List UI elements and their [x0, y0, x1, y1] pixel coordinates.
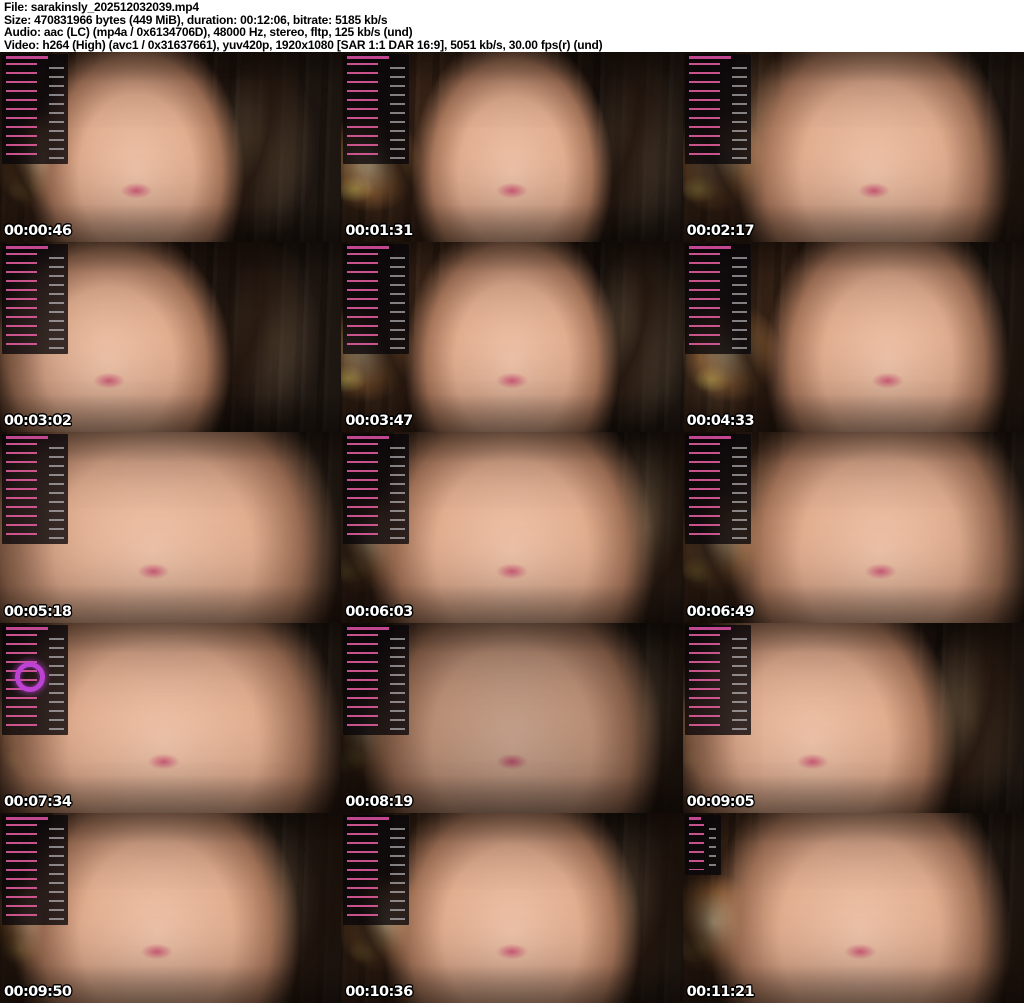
- thumbnail-timestamp: 00:11:21: [686, 983, 755, 1000]
- video-thumbnail: 00:09:50: [0, 812, 342, 1003]
- video-thumbnail: 00:03:47: [341, 242, 683, 433]
- video-thumbnail: 00:01:31: [341, 52, 683, 243]
- thumbnail-scene: [682, 812, 1024, 1003]
- info-line-file: File: sarakinsly_202512032039.mp4: [4, 0, 199, 14]
- thumbnail-timestamp: 00:09:05: [686, 793, 755, 810]
- thumbnail-timestamp: 00:05:18: [4, 603, 72, 620]
- thumbnail-timestamp: 00:06:49: [686, 603, 755, 620]
- video-thumbnail: 00:02:17: [682, 52, 1024, 243]
- stream-overlay-panel: [684, 434, 751, 545]
- stream-overlay-panel: [2, 244, 68, 355]
- video-thumbnail: 00:11:21: [682, 812, 1024, 1003]
- video-thumbnail: 00:06:03: [341, 432, 683, 623]
- thumbnail-timestamp: 00:03:02: [4, 413, 72, 430]
- file-info-header: File: sarakinsly_202512032039.mp4 Size: …: [0, 0, 1024, 52]
- thumbnail-timestamp: 00:06:03: [345, 603, 413, 620]
- info-line-video: Video: h264 (High) (avc1 / 0x31637661), …: [4, 37, 603, 52]
- stream-overlay-panel: [343, 814, 410, 925]
- stream-overlay-panel: [684, 54, 751, 164]
- stream-overlay-panel: [684, 244, 751, 355]
- video-thumbnail: 00:04:33: [682, 242, 1024, 433]
- video-thumbnail: 00:08:19: [341, 622, 683, 813]
- video-thumbnail: 00:10:36: [341, 812, 683, 1003]
- thumbnail-timestamp: 00:10:36: [345, 983, 413, 1000]
- thumbnail-timestamp: 00:02:17: [686, 223, 755, 240]
- stream-overlay-panel: [684, 814, 721, 875]
- stream-overlay-panel: [343, 624, 410, 735]
- info-line-audio: Audio: aac (LC) (mp4a / 0x6134706D), 480…: [4, 25, 413, 40]
- video-thumbnail: 00:07:34: [0, 622, 342, 813]
- thumbnail-timestamp: 00:07:34: [4, 793, 72, 810]
- thumbnail-timestamp: 00:03:47: [345, 413, 413, 430]
- stream-overlay-panel: [2, 434, 68, 545]
- thumbnail-timestamp: 00:04:33: [686, 413, 755, 430]
- thumbnail-timestamp: 00:00:46: [4, 223, 72, 240]
- goal-ring-icon: [15, 661, 45, 692]
- stream-overlay-panel: [2, 814, 68, 925]
- stream-overlay-panel: [343, 54, 410, 164]
- stream-overlay-panel: [343, 244, 410, 355]
- stream-overlay-panel: [343, 434, 410, 545]
- thumbnail-timestamp: 00:08:19: [345, 793, 413, 810]
- video-thumbnail: 00:06:49: [682, 432, 1024, 623]
- stream-overlay-panel: [2, 54, 68, 164]
- stream-overlay-panel: [684, 624, 751, 735]
- video-thumbnail: 00:05:18: [0, 432, 342, 623]
- thumbnail-timestamp: 00:09:50: [4, 983, 72, 1000]
- thumbnail-grid: 00:00:46 00:01:31 00:02:17 00:03:02 00:0…: [0, 52, 1024, 1003]
- video-thumbnail: 00:00:46: [0, 52, 342, 243]
- video-thumbnail: 00:03:02: [0, 242, 342, 433]
- video-thumbnail: 00:09:05: [682, 622, 1024, 813]
- thumbnail-timestamp: 00:01:31: [345, 223, 413, 240]
